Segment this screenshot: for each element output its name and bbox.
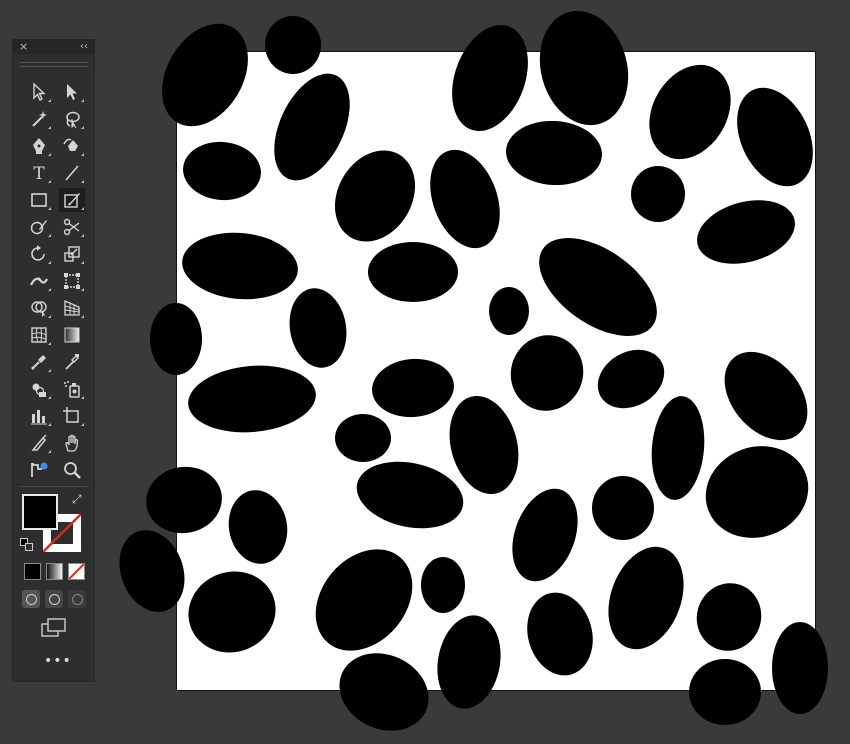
spot — [437, 615, 501, 709]
spot — [356, 461, 464, 529]
spot — [452, 24, 528, 132]
spot — [592, 476, 654, 540]
spot — [539, 238, 657, 336]
spot — [265, 16, 321, 74]
spot — [689, 659, 761, 725]
spot — [430, 149, 500, 249]
spot — [182, 232, 298, 300]
spot — [119, 530, 185, 612]
spot — [597, 349, 665, 409]
spot — [696, 583, 762, 651]
spot — [631, 166, 685, 222]
spot — [372, 358, 454, 418]
spot — [146, 466, 222, 534]
spot — [539, 10, 629, 126]
spot — [183, 141, 261, 201]
spot — [651, 396, 705, 500]
spot — [527, 592, 593, 676]
spot — [368, 242, 458, 302]
spot — [608, 546, 684, 650]
spot — [289, 288, 347, 368]
spot — [737, 87, 813, 187]
spot — [421, 557, 465, 613]
spot — [510, 335, 584, 411]
spot — [649, 64, 731, 160]
spot — [228, 490, 288, 564]
spot — [697, 200, 795, 264]
fill-swatch[interactable] — [22, 494, 58, 530]
leopard-pattern[interactable] — [0, 0, 850, 744]
spot — [772, 622, 828, 714]
spot — [188, 571, 276, 653]
spot — [315, 549, 413, 651]
spot — [724, 351, 808, 441]
spot — [512, 488, 578, 582]
spot — [188, 365, 316, 433]
spot — [339, 653, 429, 731]
spot — [489, 287, 529, 335]
spot — [506, 120, 602, 186]
spot — [150, 303, 202, 375]
spot — [334, 150, 416, 242]
spot — [162, 23, 248, 127]
spot — [335, 414, 391, 462]
spot — [705, 446, 809, 538]
